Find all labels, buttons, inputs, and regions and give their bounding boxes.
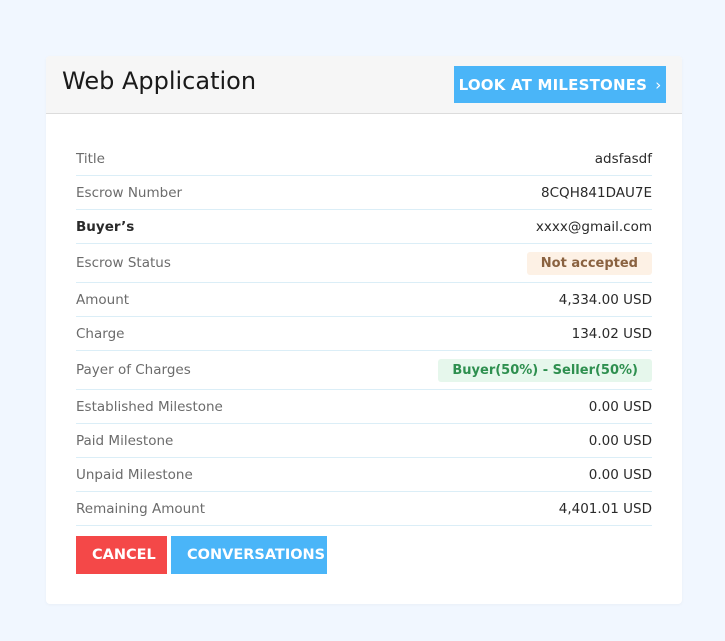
detail-row-escrow-number: Escrow Number 8CQH841DAU7E [76, 176, 652, 210]
detail-row-remaining-amount: Remaining Amount 4,401.01 USD [76, 492, 652, 526]
escrow-card: Web Application LOOK AT MILESTONES › Tit… [46, 56, 682, 604]
detail-row-buyer: Buyer’s xxxx@gmail.com [76, 210, 652, 244]
detail-value: 0.00 USD [588, 398, 652, 415]
card-title: Web Application [62, 67, 257, 95]
detail-value: 8CQH841DAU7E [541, 184, 652, 201]
escrow-details: Title adsfasdf Escrow Number 8CQH841DAU7… [76, 142, 652, 526]
detail-value: xxxx@gmail.com [535, 218, 652, 235]
detail-row-established-milestone: Established Milestone 0.00 USD [76, 390, 652, 424]
detail-label: Remaining Amount [76, 500, 206, 517]
detail-value: 134.02 USD [571, 325, 652, 342]
detail-label: Paid Milestone [76, 432, 174, 449]
detail-row-paid-milestone: Paid Milestone 0.00 USD [76, 424, 652, 458]
cancel-button[interactable]: CANCEL [76, 536, 167, 574]
detail-label: Unpaid Milestone [76, 466, 193, 483]
detail-row-payer-of-charges: Payer of Charges Buyer(50%) - Seller(50%… [76, 351, 652, 390]
detail-value: 4,334.00 USD [558, 291, 652, 308]
status-badge: Not accepted [526, 251, 652, 275]
card-header: Web Application LOOK AT MILESTONES › [46, 56, 682, 114]
payer-badge: Buyer(50%) - Seller(50%) [438, 358, 652, 382]
detail-value: 0.00 USD [588, 432, 652, 449]
detail-label: Amount [76, 291, 130, 308]
detail-value: 0.00 USD [588, 466, 652, 483]
detail-row-unpaid-milestone: Unpaid Milestone 0.00 USD [76, 458, 652, 492]
detail-value: 4,401.01 USD [558, 500, 652, 517]
detail-value: adsfasdf [594, 150, 652, 167]
detail-label: Charge [76, 325, 125, 342]
detail-label: Buyer’s [76, 218, 135, 235]
detail-label: Escrow Number [76, 184, 183, 201]
detail-row-charge: Charge 134.02 USD [76, 317, 652, 351]
detail-label: Established Milestone [76, 398, 223, 415]
milestones-button-label: LOOK AT MILESTONES [458, 75, 648, 94]
detail-label: Escrow Status [76, 255, 171, 271]
detail-label: Title [76, 150, 105, 167]
look-at-milestones-button[interactable]: LOOK AT MILESTONES › [454, 66, 666, 103]
detail-row-escrow-status: Escrow Status Not accepted [76, 244, 652, 283]
conversations-button[interactable]: CONVERSATIONS [171, 536, 327, 574]
detail-row-title: Title adsfasdf [76, 142, 652, 176]
chevron-right-icon: › [655, 75, 662, 94]
action-buttons: CANCEL CONVERSATIONS [76, 536, 327, 574]
detail-label: Payer of Charges [76, 362, 191, 378]
detail-row-amount: Amount 4,334.00 USD [76, 283, 652, 317]
